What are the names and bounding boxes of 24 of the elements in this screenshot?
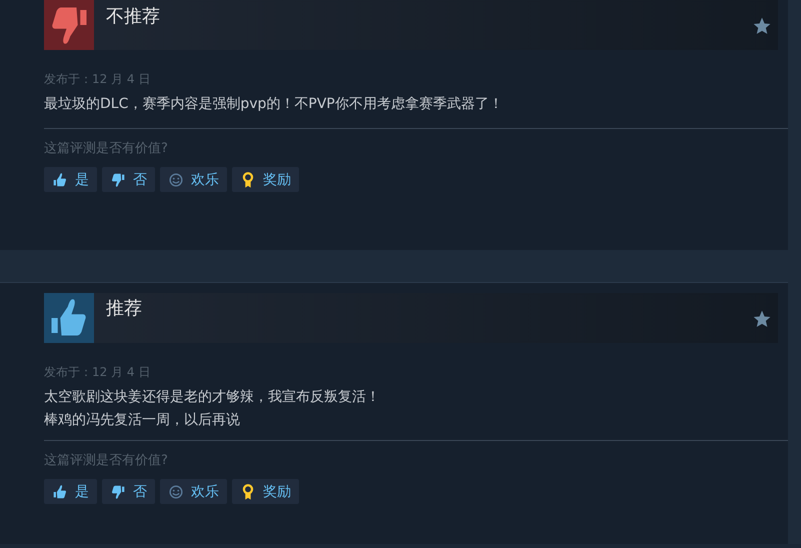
- thumbs-up-icon: [51, 170, 69, 188]
- helpful-prompt: 这篇评测是否有价值?: [44, 453, 169, 469]
- yes-vote-button[interactable]: 是: [44, 167, 97, 192]
- star-icon[interactable]: [752, 309, 772, 329]
- thumbs-down-icon: [109, 170, 127, 188]
- no-vote-button[interactable]: 否: [102, 167, 155, 192]
- yes-vote-button[interactable]: 是: [44, 479, 97, 504]
- funny-vote-button[interactable]: 欢乐: [160, 479, 227, 504]
- smiley-icon: [167, 170, 185, 188]
- smiley-icon: [167, 482, 185, 500]
- award-vote-button[interactable]: 奖励: [232, 167, 299, 192]
- review-text: 最垃圾的DLC，赛季内容是强制pvp的！不PVP你不用考虑拿赛季武器了！: [44, 95, 504, 114]
- posted-date: 发布于：12 月 4 日: [44, 72, 152, 86]
- funny-vote-button[interactable]: 欢乐: [160, 167, 227, 192]
- star-icon[interactable]: [752, 16, 772, 36]
- review-verdict: 不推荐: [106, 5, 160, 29]
- thumbs-down-icon: [109, 482, 127, 500]
- no-vote-button[interactable]: 否: [102, 479, 155, 504]
- review-text: 太空歌剧这块姜还得是老的才够辣，我宣布反叛复活！ 棒鸡的冯先复活一周，以后再说: [44, 388, 381, 430]
- helpful-prompt: 这篇评测是否有价值?: [44, 141, 169, 157]
- review-verdict: 推荐: [106, 297, 142, 321]
- posted-date: 发布于：12 月 4 日: [44, 365, 152, 379]
- thumbs-up-icon: [51, 482, 69, 500]
- award-vote-button[interactable]: 奖励: [232, 479, 299, 504]
